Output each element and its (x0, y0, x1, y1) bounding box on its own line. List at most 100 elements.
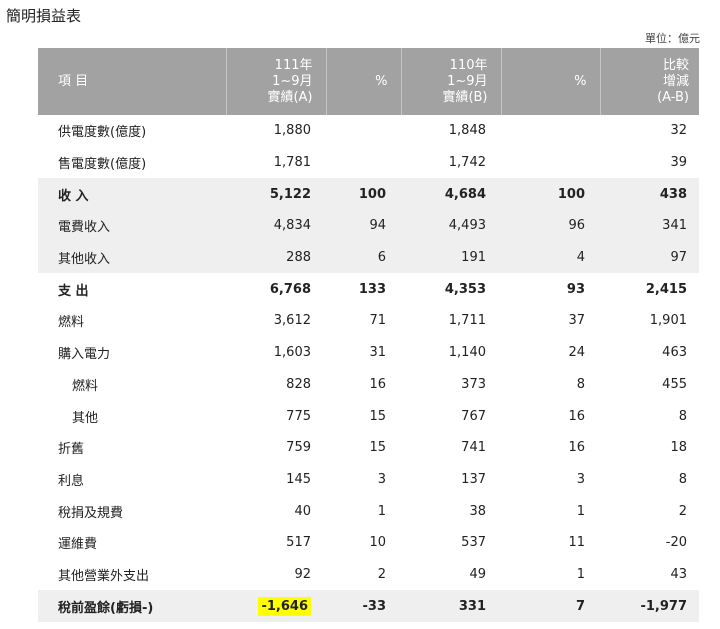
row-label: 稅前盈餘(虧損-) (38, 590, 226, 622)
table-row: 稅前盈餘(虧損-) -1,646 -33 331 7 -1,977 (38, 590, 699, 622)
header-col-a: 111年 1~9月 實績(A) (226, 48, 327, 115)
table-row: 購入電力 1,603 31 1,140 24 463 (38, 337, 699, 369)
row-label: 折舊 (58, 442, 85, 458)
cell-value-b: 537 (461, 535, 486, 551)
cell-pct-a: 10 (369, 535, 386, 551)
cell-pct-b: 1 (576, 503, 585, 519)
header-diff-line: (A-B) (657, 89, 689, 105)
cell-value-a: 1,781 (273, 155, 311, 171)
cell-diff: 39 (670, 155, 687, 171)
cell-value-a: 3,612 (273, 313, 311, 329)
cell-value-a: 4,834 (226, 210, 326, 242)
row-label: 售電度數(億度) (58, 157, 147, 173)
cell-pct-b: 1 (576, 566, 585, 582)
header-pct-a: % (326, 48, 402, 115)
cell-value-b: 4,493 (401, 210, 501, 242)
row-label: 稅捐及規費 (58, 505, 124, 521)
header-col-a-line: 1~9月 (272, 73, 313, 89)
cell-diff: 341 (600, 210, 699, 242)
cell-pct-b: 93 (566, 281, 585, 297)
cell-value-a: 92 (294, 566, 311, 582)
cell-pct-b (501, 115, 600, 147)
cell-value-b: 1,848 (448, 123, 486, 139)
cell-value-b: 373 (461, 376, 486, 392)
cell-pct-b: 4 (501, 241, 600, 274)
table-row: 售電度數(億度) 1,781 1,742 39 (38, 147, 699, 179)
row-label: 其他 (72, 410, 99, 426)
table-row: 電費收入 4,834 94 4,493 96 341 (38, 210, 699, 242)
unit-note: 單位：億元 (645, 32, 700, 45)
cell-pct-a: 2 (377, 566, 386, 582)
cell-value-b: 191 (401, 241, 501, 274)
header-col-b-line: 實績(B) (442, 89, 488, 105)
cell-pct-a: 31 (369, 345, 386, 361)
row-label: 運維費 (58, 537, 98, 553)
table-row: 其他收入 288 6 191 4 97 (38, 241, 699, 274)
header-diff-line: 增減 (662, 73, 689, 89)
page-title: 簡明損益表 (6, 7, 82, 25)
cell-value-b: 1,711 (448, 313, 486, 329)
cell-pct-b: 11 (568, 535, 585, 551)
row-label: 其他收入 (38, 241, 226, 274)
cell-diff: 438 (600, 178, 699, 211)
header-col-a-line: 111年 (274, 57, 313, 73)
row-label: 利息 (58, 473, 85, 489)
cell-value-b: 1,742 (448, 155, 486, 171)
cell-pct-b: 3 (576, 471, 585, 487)
cell-pct-b (501, 147, 600, 179)
cell-pct-a: 1 (377, 503, 386, 519)
cell-value-a: 517 (286, 535, 311, 551)
cell-value-b: 741 (461, 440, 486, 456)
cell-pct-b: 96 (501, 210, 600, 242)
cell-value-a: 288 (226, 241, 326, 274)
header-col-a-line: 實績(A) (267, 89, 313, 105)
cell-pct-a (326, 147, 401, 179)
header-pct-b: % (501, 48, 601, 115)
row-label: 支 出 (58, 283, 89, 299)
table-row: 供電度數(億度) 1,880 1,848 32 (38, 115, 699, 147)
cell-pct-a: 100 (326, 178, 401, 211)
cell-value-a: 1,603 (273, 345, 311, 361)
cell-value-b: 1,140 (448, 345, 486, 361)
row-label: 燃料 (58, 315, 85, 331)
row-label: 購入電力 (58, 347, 111, 363)
cell-value-b: 4,353 (444, 281, 486, 297)
cell-diff: 18 (670, 440, 687, 456)
cell-value-a: -1,646 (226, 590, 326, 622)
cell-value-a: 145 (286, 471, 311, 487)
cell-value-b: 137 (461, 471, 486, 487)
cell-pct-a: -33 (326, 590, 401, 622)
cell-value-b: 331 (401, 590, 501, 622)
cell-value-a: 6,768 (269, 281, 311, 297)
row-label: 燃料 (72, 378, 99, 394)
table-row: 運維費 517 10 537 11 -20 (38, 527, 699, 559)
table-row: 燃料 3,612 71 1,711 37 1,901 (38, 305, 699, 337)
cell-diff: -1,977 (600, 590, 699, 622)
cell-value-b: 38 (469, 503, 486, 519)
table-row: 燃料 828 16 373 8 455 (38, 369, 699, 401)
cell-diff: 32 (670, 123, 687, 139)
cell-pct-a: 3 (377, 471, 386, 487)
cell-value-b: 4,684 (401, 178, 501, 211)
cell-pct-b: 100 (501, 178, 600, 211)
cell-pct-b: 8 (576, 376, 585, 392)
cell-pct-a: 15 (369, 408, 386, 424)
cell-value-a: 5,122 (226, 178, 326, 211)
cell-value-b: 49 (469, 566, 486, 582)
cell-diff: 8 (678, 471, 687, 487)
cell-pct-b: 7 (501, 590, 600, 622)
header-col-b-line: 1~9月 (447, 73, 488, 89)
cell-pct-a: 133 (358, 281, 386, 297)
header-col-b-line: 110年 (449, 57, 488, 73)
table-row: 折舊 759 15 741 16 18 (38, 432, 699, 464)
table-row: 支 出 6,768 133 4,353 93 2,415 (38, 273, 699, 305)
cell-pct-b: 24 (568, 345, 585, 361)
table-row: 其他 775 15 767 16 8 (38, 400, 699, 432)
cell-pct-a: 16 (369, 376, 386, 392)
table-row: 稅捐及規費 40 1 38 1 2 (38, 495, 699, 527)
row-label: 供電度數(億度) (58, 125, 147, 141)
cell-diff: 1,901 (649, 313, 687, 329)
table-row: 收 入 5,122 100 4,684 100 438 (38, 178, 699, 211)
row-label: 收 入 (38, 178, 226, 211)
cell-diff: 2 (678, 503, 687, 519)
